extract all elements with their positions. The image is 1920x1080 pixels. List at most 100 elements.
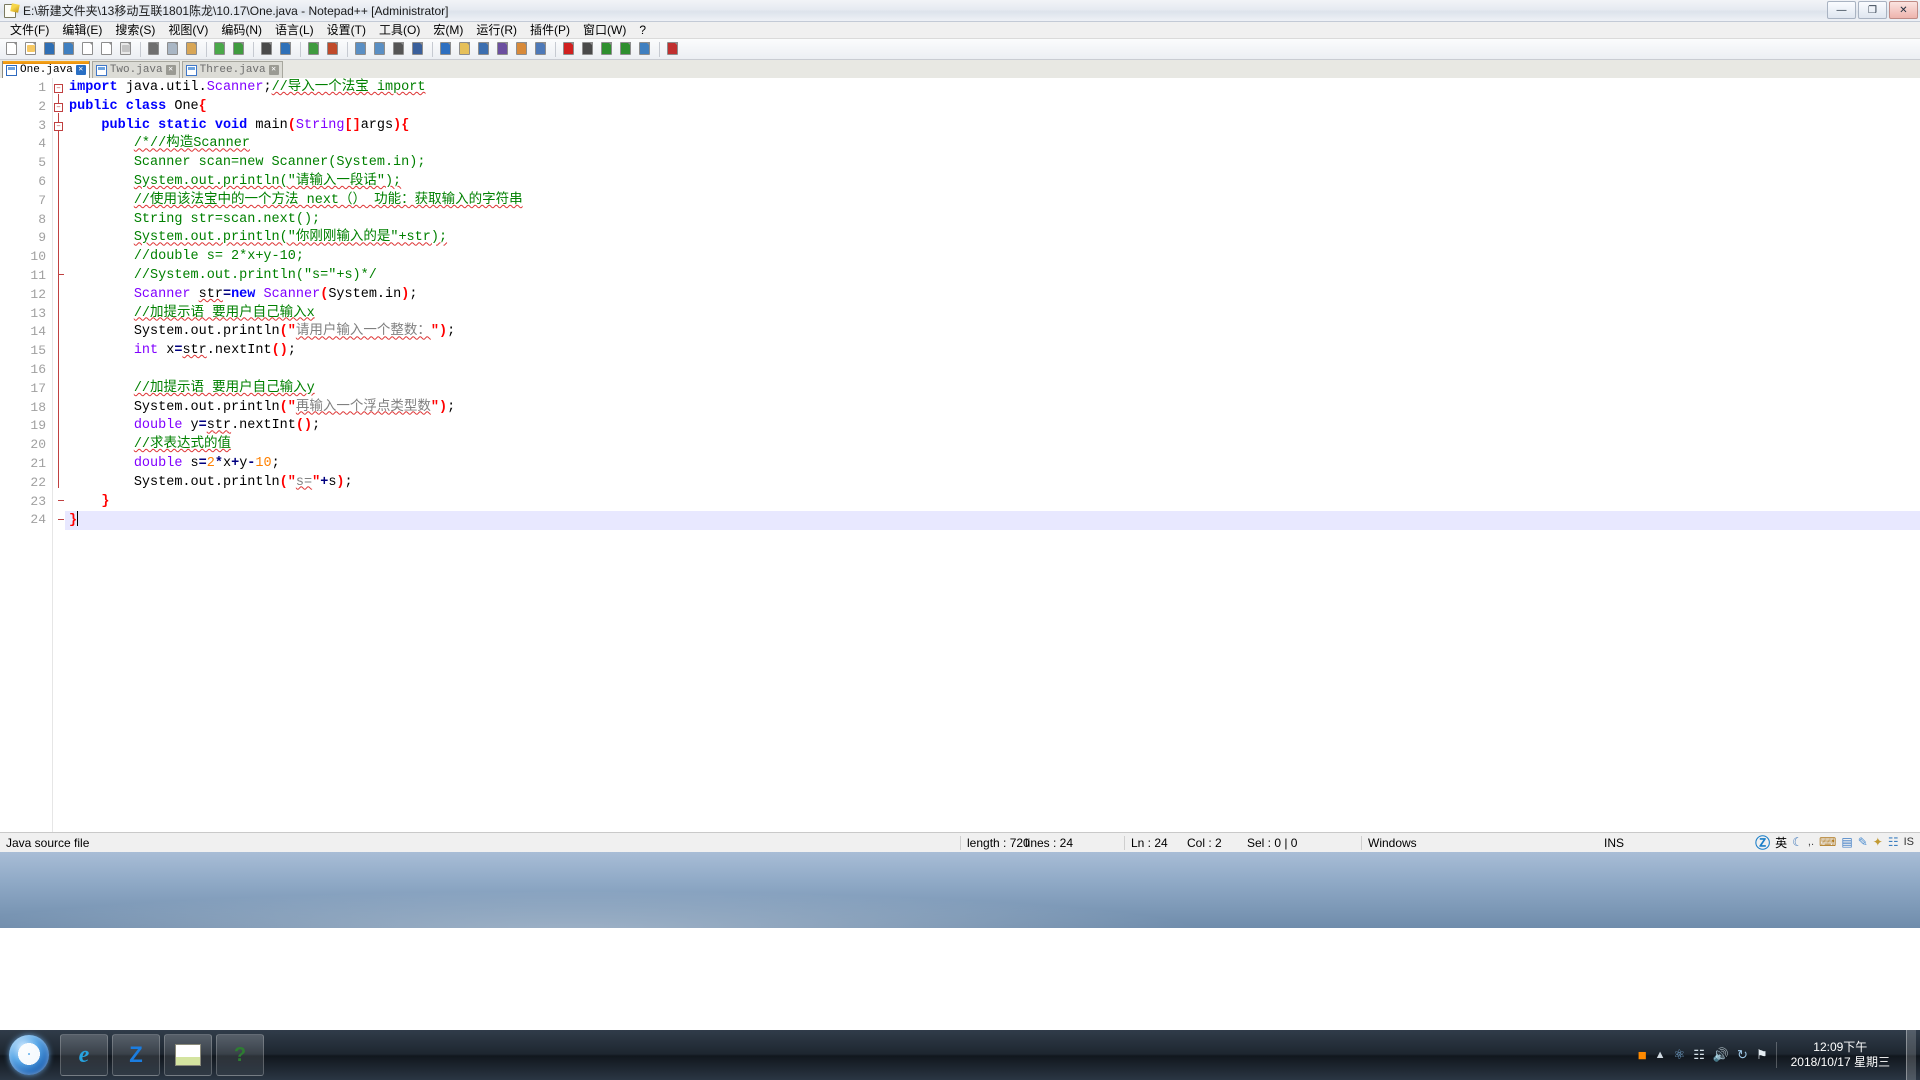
- function-list-icon[interactable]: [494, 40, 512, 58]
- menu-item-8[interactable]: 宏(M): [427, 22, 470, 39]
- caret-up-icon[interactable]: ▲: [1655, 1049, 1666, 1061]
- code-content[interactable]: import java.util.Scanner;//导入一个法宝 import…: [65, 78, 1920, 832]
- clock[interactable]: 12:09下午 2018/10/17 星期三: [1785, 1040, 1898, 1070]
- redo-icon[interactable]: [230, 40, 248, 58]
- fold-marker-line2[interactable]: –: [54, 84, 63, 93]
- print-icon[interactable]: [117, 40, 135, 58]
- ime-mode-label[interactable]: 英: [1775, 834, 1787, 851]
- code-line[interactable]: System.out.println("s="+s);: [65, 474, 1920, 493]
- menu-item-5[interactable]: 语言(L): [269, 22, 321, 39]
- comma-icon[interactable]: ,.: [1808, 836, 1814, 848]
- menu-item-10[interactable]: 插件(P): [524, 22, 577, 39]
- code-line[interactable]: String str=scan.next();: [65, 211, 1920, 230]
- tab-two-java[interactable]: Two.java✕: [92, 61, 180, 78]
- toolbox-icon[interactable]: ▤: [1841, 835, 1852, 849]
- copy-icon[interactable]: [164, 40, 182, 58]
- close-all-icon[interactable]: [98, 40, 116, 58]
- code-line[interactable]: //System.out.println("s="+s)*/: [65, 267, 1920, 286]
- sync-scroll-h-icon[interactable]: [371, 40, 389, 58]
- menu-item-12[interactable]: ?: [633, 22, 653, 39]
- code-line[interactable]: public class One{: [65, 98, 1920, 117]
- spanner-icon[interactable]: ✦: [1873, 835, 1883, 849]
- refresh-icon[interactable]: ↻: [1737, 1047, 1748, 1063]
- tab-close-icon[interactable]: ✕: [166, 65, 176, 75]
- code-line[interactable]: }: [65, 511, 1920, 530]
- action-center-icon[interactable]: ⚑: [1756, 1047, 1768, 1063]
- macro-record-icon[interactable]: [560, 40, 578, 58]
- code-line[interactable]: /*//构造Scanner: [65, 135, 1920, 154]
- folder-as-workspace-icon[interactable]: [513, 40, 531, 58]
- ui-userdefine-icon[interactable]: [456, 40, 474, 58]
- pen-icon[interactable]: ✎: [1858, 835, 1868, 849]
- menu-item-7[interactable]: 工具(O): [373, 22, 427, 39]
- menu-item-6[interactable]: 设置(T): [321, 22, 373, 39]
- code-line[interactable]: double s=2*x+y-10;: [65, 455, 1920, 474]
- menu-item-0[interactable]: 文件(F): [4, 22, 56, 39]
- editor-area[interactable]: 123456789101112131415161718192021222324 …: [0, 78, 1920, 832]
- macro-stop-icon[interactable]: [579, 40, 597, 58]
- tab-close-icon[interactable]: ✕: [269, 65, 279, 75]
- macro-save-icon[interactable]: [636, 40, 654, 58]
- code-line[interactable]: System.out.println("再输入一个浮点类型数");: [65, 399, 1920, 418]
- keyboard2-icon[interactable]: ☷: [1888, 835, 1899, 849]
- indent-guide-icon[interactable]: [437, 40, 455, 58]
- fold-marker-line4[interactable]: –: [54, 122, 63, 131]
- code-line[interactable]: public static void main(String[]args){: [65, 117, 1920, 136]
- shield-icon[interactable]: ⚛: [1674, 1047, 1686, 1063]
- ie-logo-icon[interactable]: Ⓩ: [1755, 832, 1770, 853]
- show-desktop-button[interactable]: [1906, 1030, 1916, 1080]
- code-line[interactable]: System.out.println("请输入一段话");: [65, 173, 1920, 192]
- code-line[interactable]: int x=str.nextInt();: [65, 342, 1920, 361]
- moon-icon[interactable]: ☾: [1792, 835, 1803, 849]
- zoom-in-icon[interactable]: [305, 40, 323, 58]
- macro-play-icon[interactable]: [598, 40, 616, 58]
- language-bar[interactable]: Ⓩ 英 ☾ ,. ⌨ ▤ ✎ ✦ ☷ IS: [1755, 832, 1920, 852]
- show-all-chars-icon[interactable]: [409, 40, 427, 58]
- cut-icon[interactable]: [145, 40, 163, 58]
- tab-close-icon[interactable]: ✕: [76, 65, 86, 75]
- menu-item-3[interactable]: 视图(V): [162, 22, 215, 39]
- undo-icon[interactable]: [211, 40, 229, 58]
- input-method-label[interactable]: IS: [1904, 836, 1914, 848]
- fold-margin[interactable]: – – –: [52, 78, 65, 832]
- code-line[interactable]: //加提示语 要用户自己输入y: [65, 380, 1920, 399]
- code-line[interactable]: //加提示语 要用户自己输入x: [65, 305, 1920, 324]
- tab-three-java[interactable]: Three.java✕: [182, 61, 283, 78]
- sogou-icon[interactable]: ■: [1638, 1047, 1647, 1064]
- code-line[interactable]: //求表达式的值: [65, 436, 1920, 455]
- code-line[interactable]: //double s= 2*x+y-10;: [65, 248, 1920, 267]
- code-line[interactable]: Scanner scan=new Scanner(System.in);: [65, 154, 1920, 173]
- volume-icon[interactable]: 🔊: [1713, 1047, 1729, 1063]
- paste-icon[interactable]: [183, 40, 201, 58]
- code-line[interactable]: [65, 361, 1920, 380]
- doc-map-icon[interactable]: [475, 40, 493, 58]
- replace-icon[interactable]: [277, 40, 295, 58]
- taskbar-item-zhihu[interactable]: Z: [112, 1034, 160, 1076]
- menu-item-4[interactable]: 编码(N): [215, 22, 269, 39]
- open-file-icon[interactable]: [22, 40, 40, 58]
- menu-item-2[interactable]: 搜索(S): [109, 22, 162, 39]
- code-line[interactable]: import java.util.Scanner;//导入一个法宝 import: [65, 79, 1920, 98]
- zoom-out-icon[interactable]: [324, 40, 342, 58]
- fold-marker-line3[interactable]: –: [54, 103, 63, 112]
- menu-item-11[interactable]: 窗口(W): [577, 22, 633, 39]
- keyboard-icon[interactable]: ⌨: [1819, 835, 1836, 849]
- code-line[interactable]: }: [65, 493, 1920, 512]
- windows-logo-icon[interactable]: [9, 1035, 49, 1075]
- code-line[interactable]: System.out.println("请用户输入一个整数：");: [65, 323, 1920, 342]
- minimize-button[interactable]: —: [1827, 1, 1856, 19]
- taskbar-item-paint[interactable]: [164, 1034, 212, 1076]
- close-button[interactable]: ✕: [1889, 1, 1918, 19]
- new-file-icon[interactable]: [3, 40, 21, 58]
- monitor-icon[interactable]: [532, 40, 550, 58]
- network-icon[interactable]: ☷: [1693, 1047, 1705, 1063]
- code-line[interactable]: double y=str.nextInt();: [65, 417, 1920, 436]
- spellcheck-icon[interactable]: [664, 40, 682, 58]
- code-line[interactable]: System.out.println("你刚刚输入的是"+str);: [65, 229, 1920, 248]
- word-wrap-icon[interactable]: [390, 40, 408, 58]
- tab-one-java[interactable]: One.java✕: [2, 61, 90, 78]
- sync-scroll-v-icon[interactable]: [352, 40, 370, 58]
- save-icon[interactable]: [41, 40, 59, 58]
- menu-item-9[interactable]: 运行(R): [470, 22, 524, 39]
- code-line[interactable]: //使用该法宝中的一个方法 next（） 功能：获取输入的字符串: [65, 192, 1920, 211]
